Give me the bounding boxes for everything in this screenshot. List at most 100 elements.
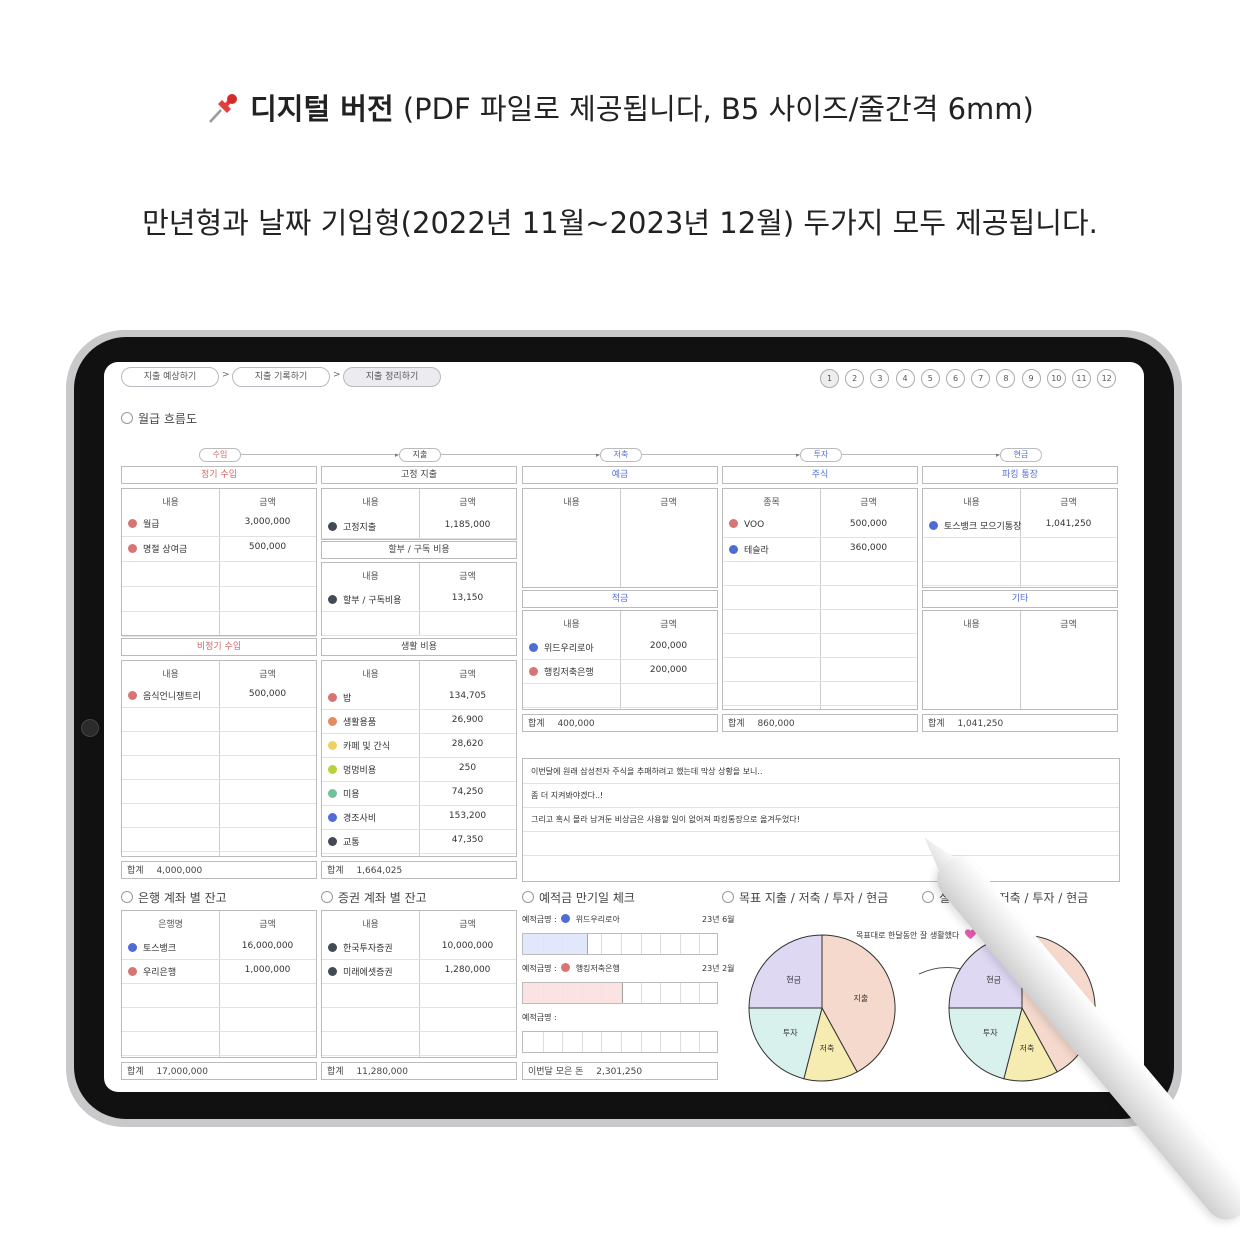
table-row-name: 할부 / 구독비용 <box>328 593 401 606</box>
pie-slice-label: 투자 <box>983 1029 998 1038</box>
category-dot-icon <box>729 519 738 528</box>
progress-tick <box>581 1032 583 1052</box>
circle-marker-icon <box>121 412 133 424</box>
promo-subtitle: 만년형과 날짜 기입형(2022년 11월~2023년 12월) 두가지 모두 … <box>142 206 1098 240</box>
circle-marker-icon <box>121 891 133 903</box>
page-10-button[interactable]: 10 <box>1046 369 1066 388</box>
category-dot-icon <box>128 544 137 553</box>
category-dot-icon <box>560 963 570 972</box>
cash-total: 합계 1,041,250 <box>922 714 1118 732</box>
table-row-name: 행킹저축은행 <box>529 665 594 678</box>
total-label: 합계 <box>528 719 545 729</box>
row-label: 월급 <box>143 520 160 530</box>
row-amount: 134,705 <box>448 691 487 701</box>
column-header: 금액 <box>259 920 276 930</box>
crumb-expense-plan[interactable]: 지출 예상하기 <box>121 367 219 387</box>
category-dot-icon <box>328 789 337 798</box>
row-label: 멍멍비용 <box>343 766 377 776</box>
category-dot-icon <box>328 717 337 726</box>
page-3-button[interactable]: 3 <box>870 369 890 388</box>
maturity-label: 예적금명 : 위드우리로아 <box>522 914 620 925</box>
pie-slice-label: 지출 <box>854 993 869 1003</box>
camera-icon <box>81 719 99 737</box>
row-rule <box>322 1007 516 1008</box>
row-rule <box>322 757 516 758</box>
pie-slice-label: 현금 <box>986 976 1001 985</box>
column-header: 내용 <box>162 670 179 680</box>
maturity-label-text: 예적금명 : <box>522 915 557 924</box>
row-rule <box>122 611 316 612</box>
page-6-button[interactable]: 6 <box>946 369 965 388</box>
column-header: 금액 <box>1060 620 1077 630</box>
category-dot-icon <box>328 741 337 750</box>
row-rule <box>122 731 316 732</box>
page-2-button[interactable]: 2 <box>845 369 865 388</box>
table-row-name: 미래에셋증권 <box>328 965 393 978</box>
memo-rule <box>523 783 1119 784</box>
row-rule <box>322 983 516 984</box>
progress-tick <box>640 983 642 1003</box>
crumb-expense-summary[interactable]: 지출 정리하기 <box>343 367 441 387</box>
progress-tick <box>640 934 642 954</box>
row-rule <box>322 829 516 830</box>
page-8-button[interactable]: 8 <box>996 369 1016 388</box>
row-rule <box>322 805 516 806</box>
page-11-button[interactable]: 11 <box>1072 369 1091 388</box>
total-value: 1,041,250 <box>957 719 1004 729</box>
row-rule <box>723 705 917 706</box>
page-9-button[interactable]: 9 <box>1021 369 1041 388</box>
table-row-name: 월급 <box>128 517 160 530</box>
row-rule <box>322 709 516 710</box>
maturity-name: 위드우리로아 <box>575 915 620 924</box>
table-row-name: 명절 상여금 <box>128 542 187 555</box>
page-5-button[interactable]: 5 <box>920 369 940 388</box>
column-divider <box>219 911 220 1057</box>
progress-tick <box>660 983 662 1003</box>
row-label: 토스뱅크 <box>143 944 177 954</box>
category-dot-icon <box>729 545 738 554</box>
page-7-button[interactable]: 7 <box>971 369 991 388</box>
pie-slice-label: 현금 <box>786 976 801 985</box>
row-rule <box>122 755 316 756</box>
memo-box[interactable]: 이번달에 원래 삼성전자 주식을 추매하려고 했는데 막상 상황을 보니.. 좀… <box>522 758 1120 882</box>
row-amount: 47,350 <box>451 835 484 845</box>
table-row-name: 토스뱅크 <box>128 941 176 954</box>
memo-line: 좀 더 지켜봐야겠다..! <box>531 791 604 800</box>
section-title: 예적금 만기일 체크 <box>539 891 635 905</box>
table-row-name: 테슬라 <box>729 543 769 556</box>
page-1-button[interactable]: 1 <box>820 369 839 388</box>
irregular-income-table: 내용 금액 음식언니쟁트리 500,000 <box>121 660 317 857</box>
table-row-name: 미용 <box>328 787 360 800</box>
table-row-name: 경조사비 <box>328 811 376 824</box>
total-value: 1,664,025 <box>356 866 403 876</box>
row-rule <box>322 611 516 612</box>
total-value: 11,280,000 <box>356 1067 408 1077</box>
parking-account-table: 내용 금액 토스뱅크 모으기통장 1,041,250 <box>922 488 1118 588</box>
flow-stage-income: 수입 <box>199 448 241 462</box>
flow-stage-expense: ▸ 지출 <box>395 448 441 462</box>
total-label: 합계 <box>928 719 945 729</box>
row-amount: 1,000,000 <box>244 965 291 975</box>
table-row-name: 교통 <box>328 835 360 848</box>
page-4-button[interactable]: 4 <box>895 369 915 388</box>
table-row-name: 위드우리로아 <box>529 641 594 654</box>
column-header: 내용 <box>362 920 379 930</box>
page-12-button[interactable]: 12 <box>1097 369 1117 388</box>
row-rule <box>122 1055 316 1056</box>
row-amount: 1,185,000 <box>444 520 491 530</box>
crumb-expense-record[interactable]: 지출 기록하기 <box>232 367 330 387</box>
total-value: 860,000 <box>757 719 795 729</box>
row-rule <box>122 1031 316 1032</box>
stock-table: 종목 금액 VOO 500,000 테슬라 360,000 <box>722 488 918 710</box>
column-header: 금액 <box>1060 498 1077 508</box>
table-row-name: 카페 및 간식 <box>328 739 390 752</box>
progress-tick <box>699 983 701 1003</box>
column-header: 금액 <box>459 670 476 680</box>
column-header: 내용 <box>362 498 379 508</box>
row-rule <box>723 609 917 610</box>
crumb-separator: > <box>333 370 341 380</box>
progress-tick <box>562 1032 564 1052</box>
row-label: 위드우리로아 <box>544 644 594 654</box>
row-amount: 250 <box>458 763 477 773</box>
flow-stage-savings: ▸ 저축 <box>596 448 642 462</box>
